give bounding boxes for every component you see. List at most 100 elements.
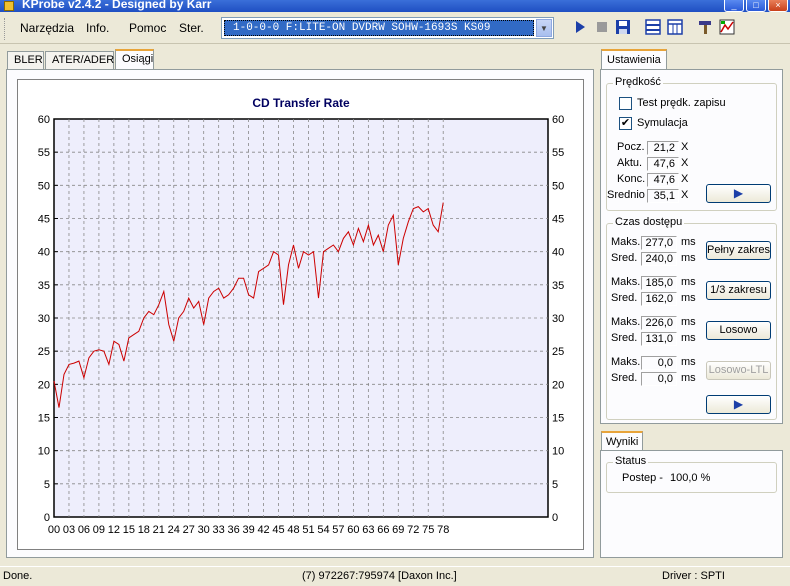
toolbar-grip — [4, 18, 7, 40]
maximize-button[interactable]: □ — [746, 0, 766, 12]
drive-select[interactable]: 1-0-0-0 F:LITE-ON DVDRW SOHW-1693S KS09 … — [221, 17, 554, 39]
tab-ater-ader[interactable]: ATER/ADER — [45, 51, 114, 70]
y-tick-label-left: 50 — [38, 180, 50, 192]
chart-container: CD Transfer Rate 0 0 5 5 10 10 15 15 20 20 25 25 30 30… — [17, 79, 584, 550]
speed-start-button[interactable]: ▶ — [706, 184, 771, 203]
close-button[interactable]: × — [768, 0, 788, 12]
x-tick-label: 33 — [213, 524, 225, 536]
y-tick-label-right: 10 — [552, 446, 564, 458]
g4-avg-value: 0,0 — [641, 372, 677, 386]
access-time-label: Czas dostępu — [613, 216, 685, 228]
random-button[interactable]: Losowo — [706, 321, 771, 340]
x-tick-label: 42 — [257, 524, 269, 536]
minimize-button[interactable]: _ — [724, 0, 744, 12]
layout-icon[interactable] — [645, 19, 661, 35]
graph-icon[interactable] — [719, 19, 735, 35]
drive-select-value: 1-0-0-0 F:LITE-ON DVDRW SOHW-1693S KS09 — [224, 20, 534, 36]
y-tick-label-left: 55 — [38, 147, 50, 159]
y-tick-label-right: 5 — [552, 479, 558, 491]
y-tick-label-right: 45 — [552, 214, 564, 226]
y-tick-label-right: 15 — [552, 413, 564, 425]
x-tick-label: 54 — [317, 524, 329, 536]
y-tick-label-right: 50 — [552, 180, 564, 192]
x-tick-label: 72 — [407, 524, 419, 536]
g3-max-label: Maks. — [611, 316, 641, 328]
y-tick-label-left: 40 — [38, 247, 50, 259]
x-tick-label: 18 — [138, 524, 150, 536]
speed-end-label: Konc. — [617, 173, 646, 185]
x-tick-label: 51 — [302, 524, 314, 536]
speed-end-unit: X — [681, 173, 689, 185]
g4-max-value: 0,0 — [641, 356, 677, 370]
g2-avg-unit: ms — [681, 292, 696, 304]
x-tick-label: 63 — [362, 524, 374, 536]
g1-avg-value: 240,0 — [641, 252, 677, 266]
stop-icon[interactable] — [594, 19, 610, 35]
third-range-button[interactable]: 1/3 zakresu — [706, 281, 771, 300]
g3-avg-unit: ms — [681, 332, 696, 344]
g4-max-unit: ms — [681, 356, 696, 368]
x-tick-label: 12 — [108, 524, 120, 536]
menu-pomoc[interactable]: Pomoc — [129, 21, 166, 35]
simulation-checkbox[interactable]: ✔ — [619, 117, 632, 130]
x-tick-label: 78 — [437, 524, 449, 536]
performance-panel: CD Transfer Rate 0 0 5 5 10 10 15 15 20 20 25 25 30 30… — [6, 69, 594, 558]
g2-max-label: Maks. — [611, 276, 641, 288]
x-tick-label: 21 — [153, 524, 165, 536]
y-tick-label-right: 0 — [552, 512, 558, 524]
table-icon[interactable] — [667, 19, 683, 35]
g3-avg-label: Sred. — [611, 332, 638, 344]
test-write-checkbox[interactable] — [619, 97, 632, 110]
tab-wyniki[interactable]: Wyniki — [601, 431, 644, 451]
y-tick-label-right: 25 — [552, 346, 564, 358]
menu-ster[interactable]: Ster. — [179, 21, 204, 35]
save-icon[interactable] — [615, 19, 631, 35]
g3-avg-value: 131,0 — [641, 332, 677, 346]
access-start-button[interactable]: ▶ — [706, 395, 771, 414]
speed-current-value: 47,6 — [647, 157, 679, 171]
menu-narzedzia[interactable]: Narzędzia — [20, 21, 74, 35]
g3-max-unit: ms — [681, 316, 696, 328]
y-tick-label-right: 60 — [552, 114, 564, 126]
y-tick-label-left: 15 — [38, 413, 50, 425]
x-tick-label: 36 — [228, 524, 240, 536]
tab-osiagi[interactable]: Osiągi — [115, 49, 154, 71]
random-ltl-button[interactable]: Losowo-LTL — [706, 361, 771, 380]
chevron-down-icon[interactable]: ▼ — [536, 19, 552, 37]
x-tick-label: 60 — [347, 524, 359, 536]
g3-max-value: 226,0 — [641, 316, 677, 330]
y-tick-label-left: 25 — [38, 346, 50, 358]
g1-avg-label: Sred. — [611, 252, 638, 264]
x-tick-label: 03 — [63, 524, 75, 536]
status-left: Done. — [3, 570, 33, 582]
speed-end-value: 47,6 — [647, 173, 679, 187]
settings-panel: Prędkość Test prędk. zapisu ✔ Symulacja … — [600, 69, 783, 424]
chart-title: CD Transfer Rate — [252, 96, 350, 110]
tab-ustawienia[interactable]: Ustawienia — [601, 49, 667, 70]
tab-bler[interactable]: BLER — [7, 51, 44, 70]
x-tick-label: 75 — [422, 524, 434, 536]
x-tick-label: 69 — [392, 524, 404, 536]
g1-max-label: Maks. — [611, 236, 641, 248]
results-panel: Status Postep - 100,0 % — [600, 450, 783, 558]
g4-max-label: Maks. — [611, 356, 641, 368]
y-tick-label-left: 0 — [44, 512, 50, 524]
x-tick-label: 00 — [48, 524, 60, 536]
full-range-button[interactable]: Pełny zakres — [706, 241, 771, 260]
progress-value: 100,0 % — [670, 472, 711, 484]
window-title: KProbe v2.4.2 - Designed by Karr — [22, 0, 212, 11]
y-tick-label-left: 10 — [38, 446, 50, 458]
y-tick-label-left: 30 — [38, 313, 50, 325]
x-tick-label: 30 — [198, 524, 210, 536]
x-tick-label: 06 — [78, 524, 90, 536]
x-tick-label: 09 — [93, 524, 105, 536]
speed-current-label: Aktu. — [617, 157, 643, 169]
x-tick-label: 66 — [377, 524, 389, 536]
g1-max-unit: ms — [681, 236, 696, 248]
menu-info[interactable]: Info. — [86, 21, 109, 35]
play-icon[interactable] — [572, 19, 588, 35]
tools-icon[interactable] — [697, 19, 713, 35]
x-tick-label: 48 — [287, 524, 299, 536]
speed-avg-label: Srednio — [607, 189, 645, 201]
app-icon — [4, 1, 14, 11]
